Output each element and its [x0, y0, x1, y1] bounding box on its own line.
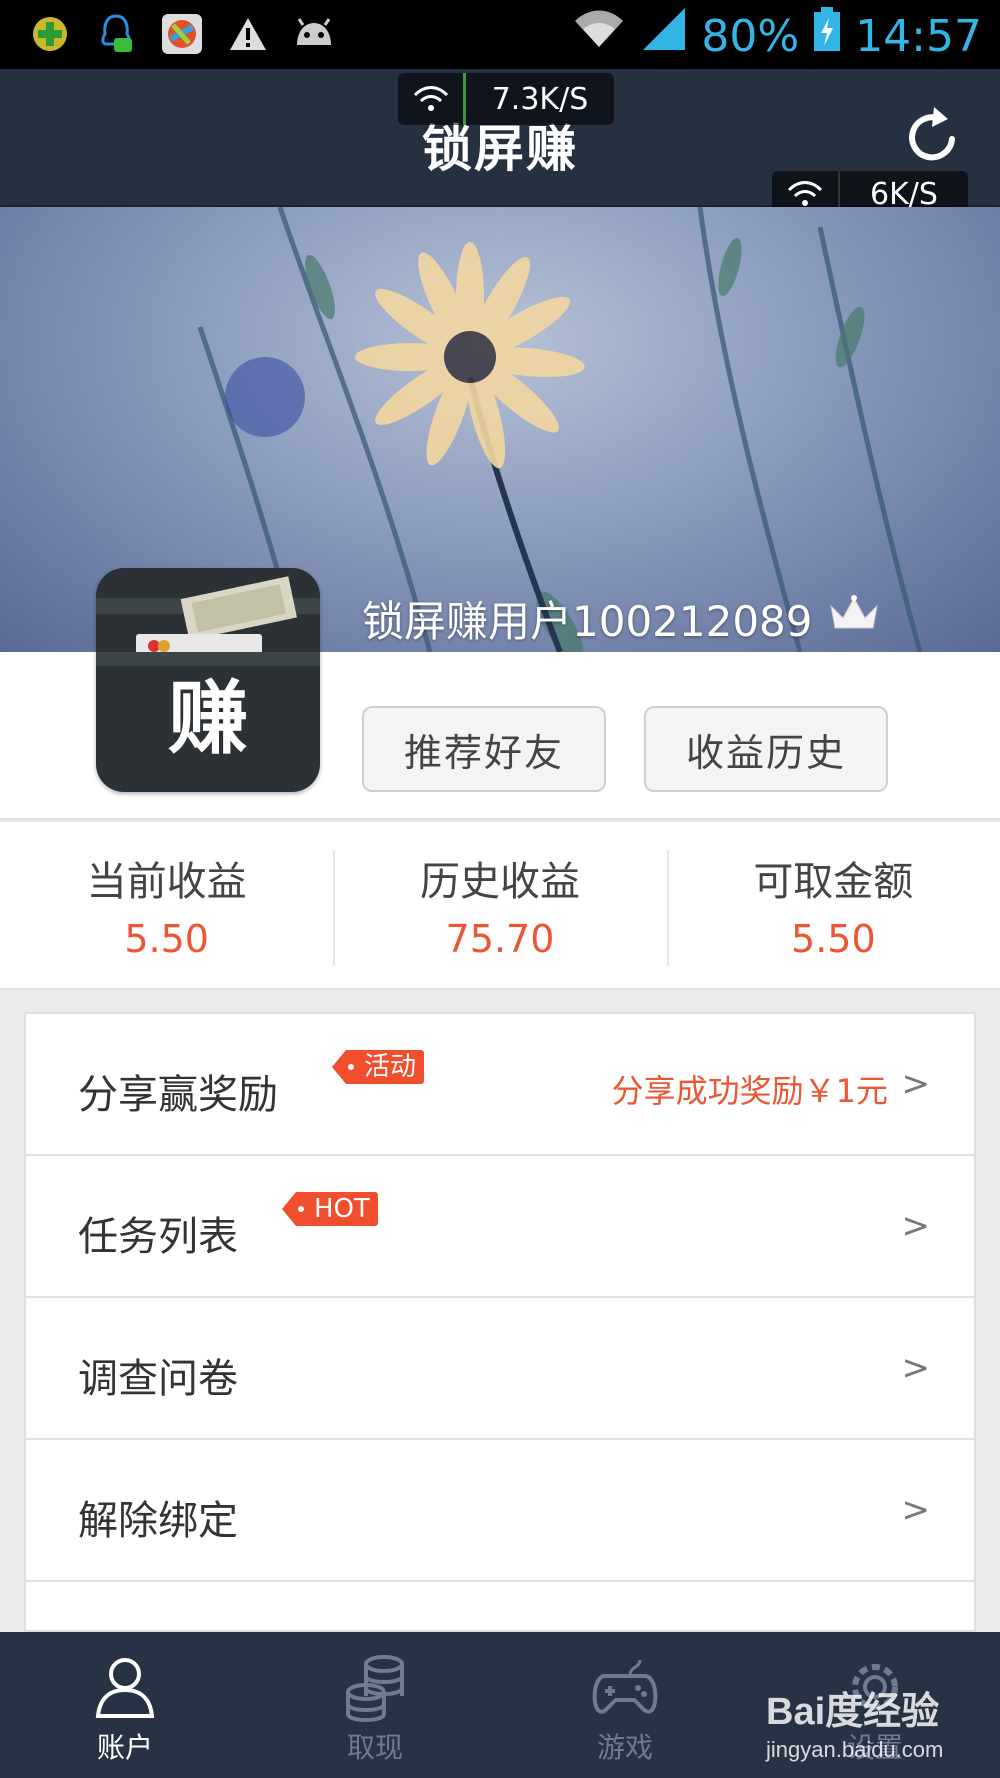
stat-current-earnings: 当前收益 5.50 — [0, 822, 333, 988]
menu-item-label: 分享赢奖励 — [78, 1072, 278, 1118]
speed-value: 7.3K/S — [491, 81, 589, 117]
gamepad-icon — [592, 1659, 658, 1714]
hot-tag: HOT — [282, 1192, 378, 1226]
stat-value: 5.50 — [124, 917, 209, 961]
menu-item-label: 解除绑定 — [78, 1498, 238, 1544]
earnings-stats: 当前收益 5.50 历史收益 75.70 可取金额 5.50 — [0, 822, 1000, 990]
avatar-char: 赚 — [168, 672, 248, 765]
stat-label: 当前收益 — [86, 859, 247, 905]
android-icon — [292, 12, 336, 56]
network-speed-overlay: 7.3K/S — [398, 73, 614, 125]
earnings-history-button[interactable]: 收益历史 — [644, 706, 888, 792]
chevron-right-icon: > — [901, 1348, 931, 1388]
app-grid-icon — [160, 12, 204, 56]
nav-tab-games[interactable]: 游戏 — [500, 1632, 750, 1778]
menu-item-label: 调查问卷 — [78, 1356, 238, 1402]
nav-label: 账户 — [96, 1731, 153, 1764]
nav-tab-account[interactable]: 账户 — [0, 1632, 250, 1778]
refresh-icon[interactable] — [900, 105, 964, 169]
wifi-icon — [398, 73, 466, 125]
qq-message-icon — [94, 12, 138, 56]
username: 锁屏赚用户100212089 — [362, 588, 881, 649]
signal-icon — [641, 6, 687, 67]
battery-text: 80% — [701, 10, 800, 62]
plus-badge-icon — [28, 12, 72, 56]
menu-item-label: 任务列表 — [78, 1214, 238, 1260]
menu-list: 分享赢奖励 活动 分享成功奖励￥1元 > 任务列表 HOT > 调查问卷 > 解… — [24, 1012, 976, 1632]
clock: 14:57 — [855, 10, 982, 62]
stat-value: 5.50 — [791, 917, 876, 961]
menu-item-unbind[interactable]: 解除绑定 > — [26, 1440, 974, 1582]
event-tag: 活动 — [331, 1050, 425, 1084]
stat-label: 历史收益 — [419, 859, 580, 905]
stat-withdrawable-amount: 可取金额 5.50 — [666, 822, 1000, 988]
avatar[interactable]: 赚 — [96, 568, 320, 792]
menu-item-survey[interactable]: 调查问卷 > — [26, 1298, 974, 1440]
nav-label: 游戏 — [596, 1731, 653, 1764]
user-icon — [95, 1658, 155, 1718]
wifi-icon — [571, 7, 627, 66]
stat-value: 75.70 — [445, 917, 555, 961]
menu-item-partial — [26, 1582, 974, 1630]
warning-icon — [226, 12, 270, 56]
watermark-url: jingyan.baidu.com — [766, 1737, 944, 1762]
menu-item-share-reward[interactable]: 分享赢奖励 活动 分享成功奖励￥1元 > — [26, 1014, 974, 1156]
menu-item-task-list[interactable]: 任务列表 HOT > — [26, 1156, 974, 1298]
chevron-right-icon: > — [901, 1206, 931, 1246]
watermark-logo: Bai度经验 — [766, 1691, 940, 1733]
stat-total-earnings: 历史收益 75.70 — [333, 822, 666, 988]
chevron-right-icon: > — [901, 1490, 931, 1530]
crown-icon — [827, 594, 881, 644]
chevron-right-icon: > — [901, 1064, 931, 1104]
share-reward-note: 分享成功奖励￥1元 — [611, 1072, 888, 1110]
app-header: 锁屏赚 7.3K/S 6K/S — [0, 69, 1000, 217]
nav-tab-withdraw[interactable]: 取现 — [250, 1632, 500, 1778]
battery-icon — [813, 6, 841, 67]
status-bar: 80% 14:57 — [0, 0, 1000, 69]
stat-label: 可取金额 — [753, 859, 914, 905]
coins-icon — [346, 1655, 404, 1722]
username-text: 锁屏赚用户100212089 — [362, 597, 813, 646]
nav-label: 取现 — [346, 1731, 403, 1764]
baidu-jingyan-watermark: Bai度经验 jingyan.baidu.com — [766, 1680, 943, 1763]
recommend-friends-button[interactable]: 推荐好友 — [362, 706, 606, 792]
